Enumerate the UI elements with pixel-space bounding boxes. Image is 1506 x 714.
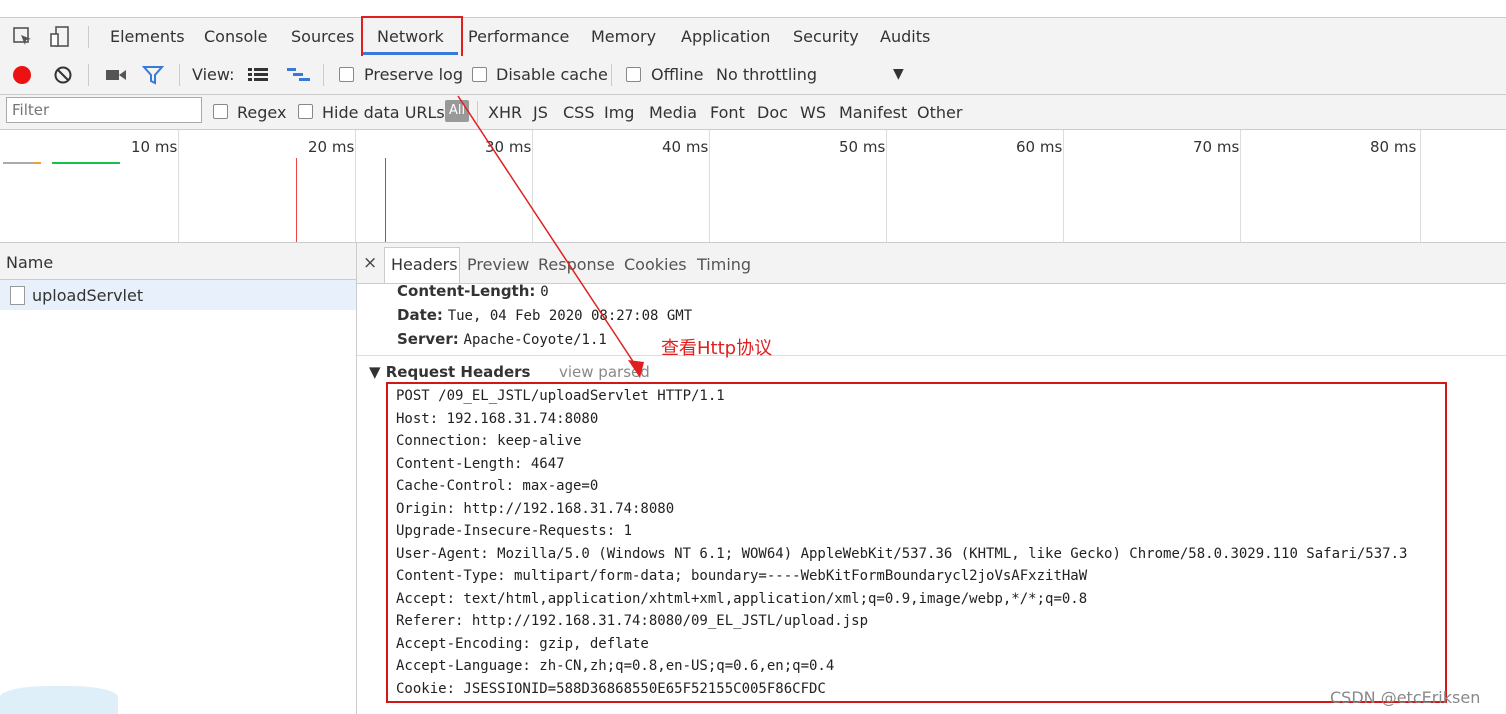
watermark: CSDN @etcEriksen: [1330, 688, 1481, 707]
annotation-label: 查看Http协议: [661, 338, 773, 359]
